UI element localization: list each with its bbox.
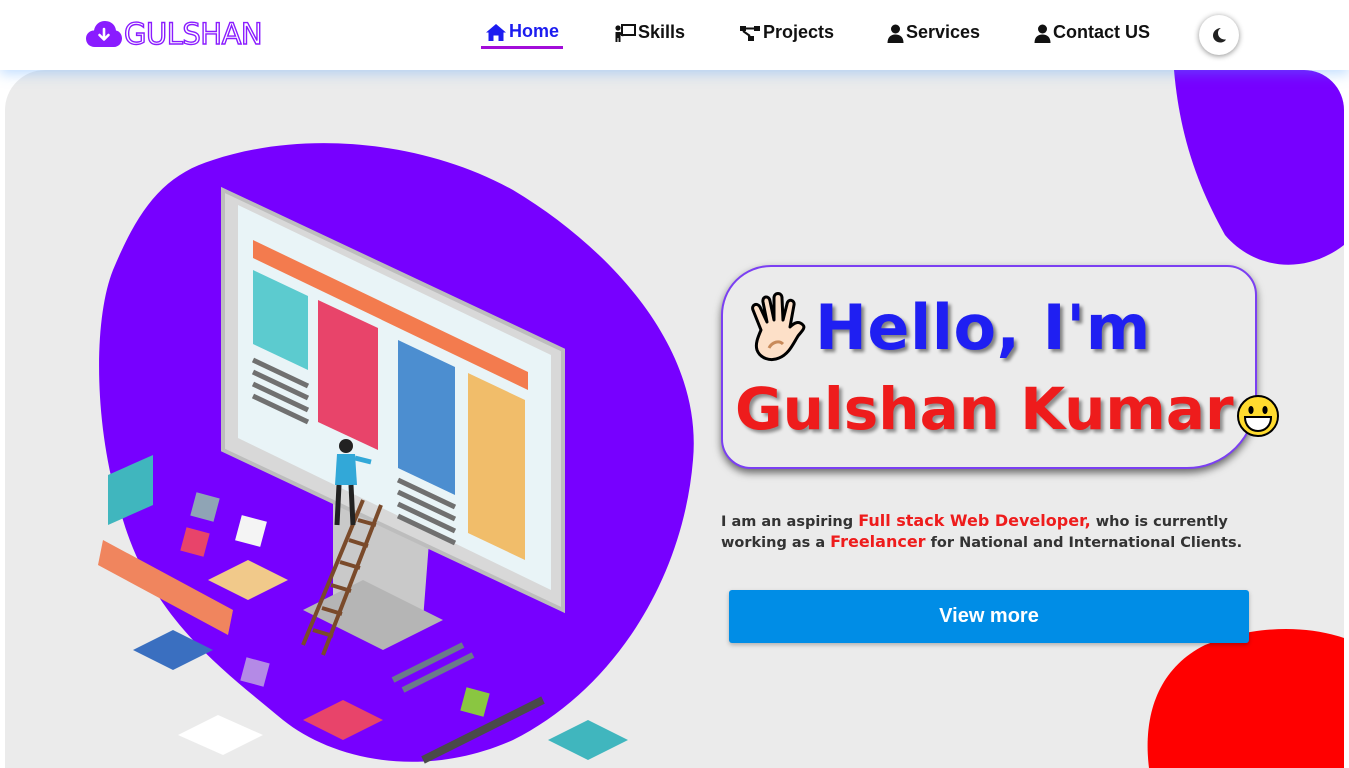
nav-skills-label: Skills [638, 22, 686, 42]
nav-contact-label: Contact US [1053, 22, 1151, 42]
nav-projects-label: Projects [763, 22, 835, 42]
purple-blob-top-right [1174, 70, 1344, 265]
name-line: Gulshan Kumar [735, 375, 1280, 443]
greeting-card: Hello, I'm Gulshan Kumar [721, 265, 1279, 469]
nav-projects[interactable]: Projects [739, 22, 834, 50]
user-icon [1034, 24, 1051, 43]
name-text: Gulshan Kumar [735, 375, 1234, 443]
waving-hand-icon [751, 291, 806, 361]
view-more-button[interactable]: View more [729, 590, 1249, 643]
home-icon [486, 24, 506, 41]
grinning-face-icon [1236, 395, 1279, 437]
nav-contact[interactable]: Contact US [1034, 22, 1150, 50]
greeting-text: Hello, I'm [815, 291, 1151, 364]
project-diagram-icon [740, 26, 760, 41]
greeting-line: Hello, I'm [743, 291, 1151, 364]
moon-icon [1213, 28, 1226, 43]
nav-services-label: Services [906, 22, 981, 42]
theme-toggle-button[interactable] [1199, 15, 1239, 55]
user-icon [887, 24, 904, 43]
web-developer-illustration [98, 143, 694, 764]
intro-highlight-freelancer: Freelancer [830, 532, 926, 551]
navbar: GULSHAN Home Skills Projects Services Co… [0, 0, 1349, 70]
presenter-icon [615, 24, 636, 42]
brand-logo[interactable]: GULSHAN [86, 16, 263, 52]
intro-part-3: for National and International Clients. [925, 535, 1243, 551]
red-blob-bottom-right [1147, 628, 1344, 768]
nav-skills[interactable]: Skills [614, 22, 685, 50]
intro-text: I am an aspiring Full stack Web Develope… [721, 511, 1261, 553]
brand-name: GULSHAN [123, 16, 263, 51]
nav-home-label: Home [509, 21, 560, 41]
nav-services[interactable]: Services [887, 22, 980, 50]
intro-part-1: I am an aspiring [721, 514, 859, 530]
hero-section: Hello, I'm Gulshan Kumar I am an aspirin… [5, 70, 1344, 768]
cloud-download-icon [86, 21, 122, 47]
nav-home[interactable]: Home [481, 21, 564, 49]
intro-highlight-role: Full stack Web Developer, [858, 511, 1091, 530]
